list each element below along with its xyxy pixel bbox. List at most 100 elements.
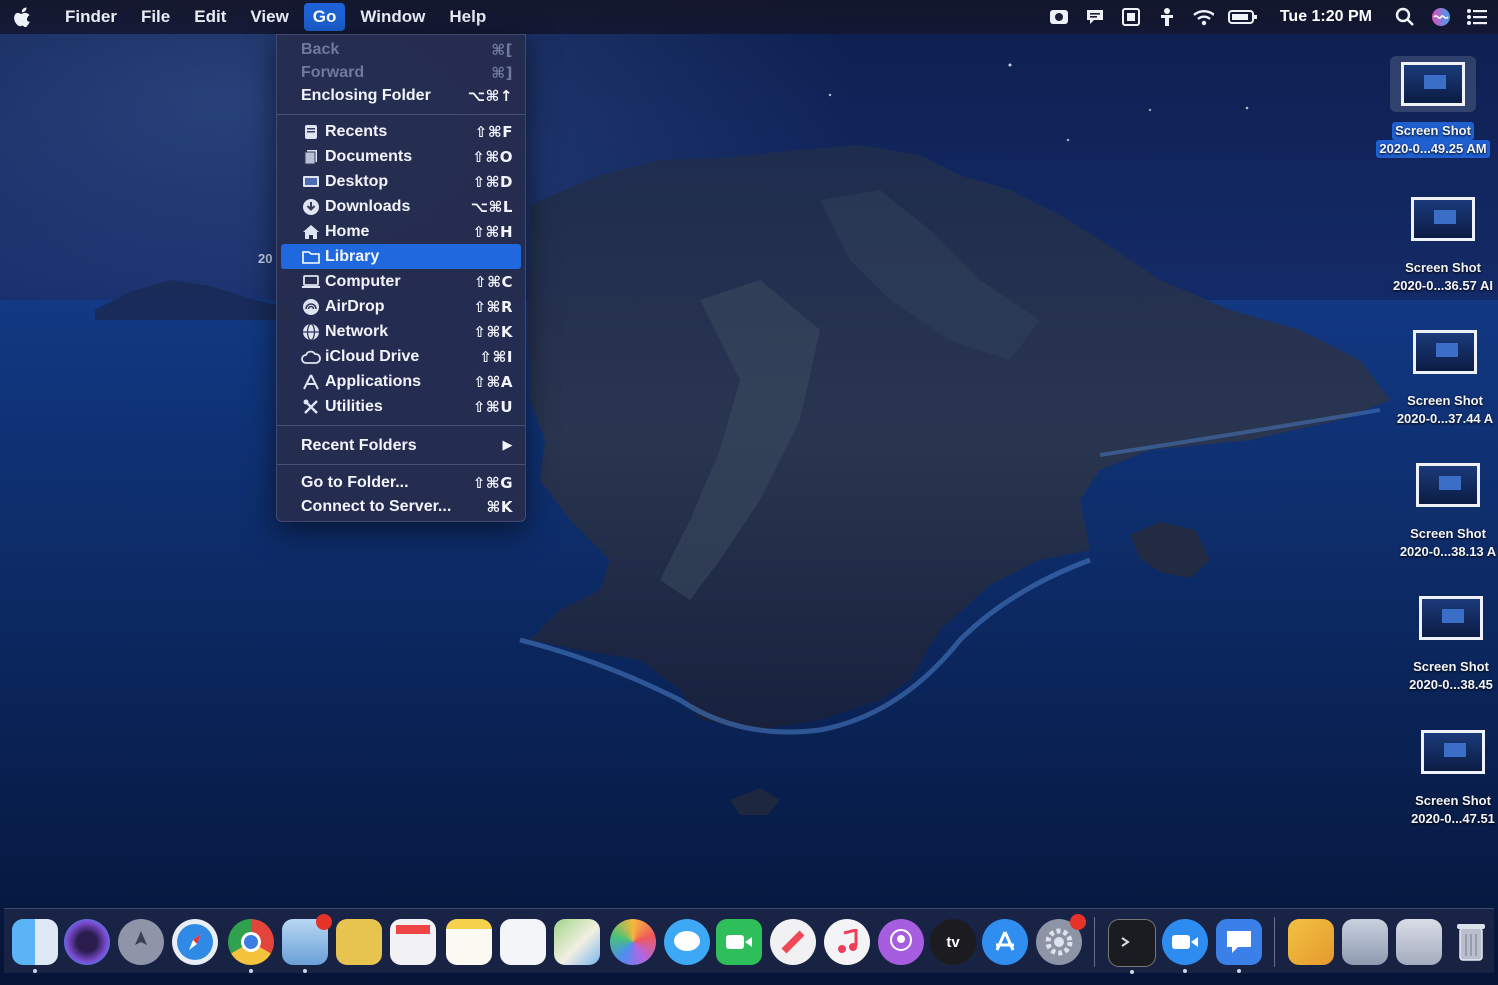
dock-stickies-icon[interactable] bbox=[336, 919, 382, 965]
running-indicator bbox=[303, 969, 307, 973]
apple-menu-icon[interactable] bbox=[14, 7, 34, 27]
dock-screenshot-stack-icon[interactable] bbox=[1342, 919, 1388, 965]
library-folder-icon bbox=[301, 248, 321, 266]
menu-item-library[interactable]: Library bbox=[281, 244, 521, 269]
running-indicator bbox=[249, 969, 253, 973]
menu-item-documents[interactable]: Documents ⇧⌘O bbox=[281, 144, 521, 169]
menu-item-airdrop[interactable]: AirDrop ⇧⌘R bbox=[281, 294, 521, 319]
desktop-icon bbox=[301, 173, 321, 191]
menu-separator bbox=[277, 114, 525, 115]
menu-item-desktop[interactable]: Desktop ⇧⌘D bbox=[281, 169, 521, 194]
screen-record-icon[interactable] bbox=[1048, 8, 1070, 26]
running-indicator bbox=[33, 969, 37, 973]
search-icon[interactable] bbox=[1394, 7, 1416, 26]
dock-system-preferences-icon[interactable] bbox=[1036, 914, 1086, 965]
submenu-arrow-icon: ▶ bbox=[502, 438, 513, 453]
running-indicator bbox=[1183, 969, 1187, 973]
recents-icon bbox=[301, 123, 321, 141]
accessibility-icon[interactable] bbox=[1156, 8, 1178, 26]
menu-item-computer[interactable]: Computer ⇧⌘C bbox=[281, 269, 521, 294]
menu-file[interactable]: File bbox=[132, 3, 179, 31]
dock-siri-icon[interactable] bbox=[64, 919, 110, 965]
battery-icon[interactable] bbox=[1227, 8, 1258, 26]
menu-edit[interactable]: Edit bbox=[185, 3, 235, 31]
dock-notes-icon[interactable] bbox=[446, 919, 492, 965]
menu-item-home[interactable]: Home ⇧⌘H bbox=[281, 219, 521, 244]
dock-folder-stack-icon[interactable] bbox=[1288, 919, 1334, 965]
clock[interactable]: Tue 1:20 PM bbox=[1280, 8, 1372, 26]
dock-divider bbox=[1274, 917, 1275, 967]
dock-podcasts-icon[interactable] bbox=[878, 919, 924, 965]
icloud-icon bbox=[301, 348, 321, 366]
menu-item-connect-to-server[interactable]: Connect to Server... ⌘K bbox=[281, 494, 521, 519]
running-indicator bbox=[1237, 969, 1241, 973]
menu-go[interactable]: Go bbox=[303, 3, 346, 31]
siri-icon[interactable] bbox=[1430, 8, 1452, 26]
screenshot-thumbnail bbox=[1416, 463, 1480, 507]
applications-icon bbox=[301, 373, 321, 391]
desktop-wallpaper bbox=[0, 0, 1498, 985]
menu-item-downloads[interactable]: Downloads ⌥⌘L bbox=[281, 194, 521, 219]
menu-window[interactable]: Window bbox=[351, 3, 434, 31]
menu-view[interactable]: View bbox=[241, 3, 297, 31]
dock-safari-icon[interactable] bbox=[172, 919, 218, 965]
menu-item-enclosing-folder[interactable]: Enclosing Folder ⌥⌘↑ bbox=[281, 83, 521, 108]
dock-messages-icon[interactable] bbox=[664, 919, 710, 965]
dock-photos-icon[interactable] bbox=[610, 919, 656, 965]
menu-item-forward[interactable]: Forward ⌘] bbox=[281, 60, 521, 85]
menu-separator bbox=[277, 425, 525, 426]
computer-icon bbox=[301, 273, 321, 291]
screenshot-thumbnail bbox=[1401, 62, 1465, 106]
dock-facetime-icon[interactable] bbox=[716, 919, 762, 965]
dock-preview-icon[interactable] bbox=[282, 914, 332, 973]
dock-music-icon[interactable] bbox=[824, 919, 870, 965]
menu-item-utilities[interactable]: Utilities ⇧⌘U bbox=[281, 394, 521, 419]
menu-item-recent-folders[interactable]: Recent Folders ▶ bbox=[281, 433, 521, 458]
screenshot-thumbnail bbox=[1413, 330, 1477, 374]
menu-item-icloud-drive[interactable]: iCloud Drive ⇧⌘I bbox=[281, 344, 521, 369]
menu-bar: Finder File Edit View Go Window Help Tue… bbox=[0, 0, 1498, 34]
dock-divider bbox=[1094, 917, 1095, 967]
downloads-icon bbox=[301, 198, 321, 216]
menu-item-go-to-folder[interactable]: Go to Folder... ⇧⌘G bbox=[281, 470, 521, 495]
feedback-icon[interactable] bbox=[1084, 8, 1106, 26]
desktop-file-screenshot[interactable]: Screen Shot 2020-0...37.44 A bbox=[1380, 330, 1498, 428]
desktop-file-screenshot[interactable]: Screen Shot 2020-0...38.45 bbox=[1386, 596, 1498, 694]
dock-apple-tv-icon[interactable]: tv bbox=[930, 919, 976, 965]
dock-launchpad-icon[interactable] bbox=[118, 919, 164, 965]
menu-item-applications[interactable]: Applications ⇧⌘A bbox=[281, 369, 521, 394]
dock-reminders-icon[interactable] bbox=[500, 919, 546, 965]
dock: tv bbox=[4, 908, 1494, 974]
menu-finder[interactable]: Finder bbox=[56, 3, 126, 31]
dock-trash-icon[interactable] bbox=[1448, 919, 1494, 965]
wifi-icon[interactable] bbox=[1192, 8, 1214, 26]
screenshot-thumbnail bbox=[1421, 730, 1485, 774]
menu-item-recents[interactable]: Recents ⇧⌘F bbox=[281, 119, 521, 144]
documents-icon bbox=[301, 148, 321, 166]
dock-chrome-icon[interactable] bbox=[228, 919, 274, 973]
desktop-file-screenshot[interactable]: Screen Shot 2020-0...49.25 AM bbox=[1368, 56, 1498, 158]
desktop-file-screenshot[interactable]: Screen Shot 2020-0...38.13 A bbox=[1383, 463, 1498, 561]
notification-center-icon[interactable] bbox=[1466, 8, 1488, 26]
dock-zoom-icon[interactable] bbox=[1162, 919, 1208, 973]
dock-feedback-assistant-icon[interactable] bbox=[1216, 919, 1262, 973]
desktop-file-screenshot[interactable]: Screen Shot 2020-0...36.57 AI bbox=[1378, 197, 1498, 295]
dock-calendar-icon[interactable] bbox=[390, 919, 436, 965]
display-icon[interactable] bbox=[1120, 8, 1142, 26]
menu-help[interactable]: Help bbox=[440, 3, 495, 31]
menu-item-network[interactable]: Network ⇧⌘K bbox=[281, 319, 521, 344]
dock-downloads-stack-icon[interactable] bbox=[1396, 919, 1442, 965]
airdrop-icon bbox=[301, 298, 321, 316]
dock-news-icon[interactable] bbox=[770, 919, 816, 965]
running-indicator bbox=[1130, 970, 1134, 974]
screenshot-thumbnail bbox=[1419, 596, 1483, 640]
dock-maps-icon[interactable] bbox=[554, 919, 600, 965]
dock-finder-icon[interactable] bbox=[12, 919, 58, 973]
dock-terminal-icon[interactable] bbox=[1108, 919, 1156, 974]
notification-badge bbox=[316, 914, 332, 930]
desktop-file-screenshot[interactable]: Screen Shot 2020-0...47.51 bbox=[1388, 730, 1498, 828]
menu-item-back[interactable]: Back ⌘[ bbox=[281, 37, 521, 62]
screenshot-thumbnail bbox=[1411, 197, 1475, 241]
home-icon bbox=[301, 223, 321, 241]
dock-app-store-icon[interactable] bbox=[982, 919, 1028, 965]
